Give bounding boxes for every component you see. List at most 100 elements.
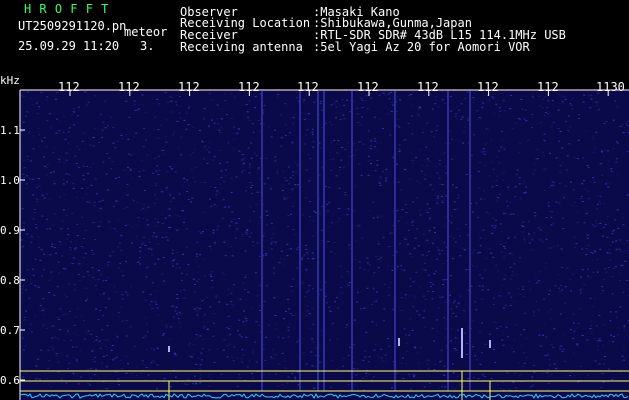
noise-speck — [31, 178, 34, 180]
noise-speck — [434, 363, 436, 365]
noise-speck — [38, 106, 41, 108]
noise-speck — [47, 367, 50, 369]
noise-speck — [388, 92, 391, 94]
noise-speck — [245, 231, 248, 233]
noise-speck — [545, 336, 548, 338]
noise-speck — [126, 223, 129, 225]
noise-speck — [605, 121, 608, 123]
noise-speck — [533, 371, 536, 373]
noise-speck — [241, 361, 244, 363]
noise-speck — [431, 189, 434, 191]
noise-speck — [58, 241, 61, 243]
noise-speck — [539, 229, 542, 231]
noise-speck — [444, 337, 447, 338]
noise-speck — [107, 189, 109, 191]
noise-speck — [90, 184, 93, 186]
noise-speck — [130, 286, 132, 288]
noise-speck — [509, 201, 511, 203]
noise-speck — [206, 148, 209, 150]
noise-speck — [365, 307, 368, 309]
noise-speck — [550, 344, 553, 346]
noise-speck — [621, 355, 624, 357]
noise-speck — [58, 272, 61, 274]
noise-speck — [270, 136, 273, 138]
noise-speck — [294, 171, 297, 173]
noise-speck — [255, 203, 258, 205]
noise-speck — [443, 365, 446, 367]
noise-speck — [197, 231, 200, 233]
noise-speck — [85, 300, 87, 302]
noise-speck — [339, 293, 342, 295]
noise-speck — [125, 291, 128, 293]
noise-speck — [284, 367, 287, 369]
noise-speck — [623, 359, 626, 361]
noise-speck — [223, 241, 226, 243]
noise-speck — [539, 345, 542, 347]
noise-speck — [141, 242, 144, 243]
noise-speck — [615, 240, 618, 242]
noise-speck — [368, 373, 371, 375]
noise-speck — [366, 108, 369, 110]
noise-speck — [308, 215, 311, 217]
noise-speck — [35, 198, 38, 200]
noise-speck — [510, 296, 512, 298]
noise-speck — [483, 190, 486, 192]
noise-speck — [427, 290, 430, 292]
noise-speck — [166, 239, 169, 241]
noise-speck — [138, 108, 141, 110]
noise-speck — [62, 210, 65, 211]
noise-speck — [208, 151, 211, 153]
noise-speck — [280, 114, 282, 116]
noise-speck — [533, 365, 536, 366]
noise-speck — [411, 115, 414, 117]
noise-speck — [389, 282, 392, 284]
noise-speck — [398, 151, 401, 152]
noise-speck — [418, 115, 421, 117]
noise-speck — [171, 134, 174, 136]
noise-speck — [173, 259, 176, 261]
noise-speck — [126, 194, 129, 196]
noise-speck — [87, 383, 90, 385]
noise-speck — [53, 183, 56, 185]
noise-speck — [212, 229, 215, 231]
noise-speck — [573, 156, 576, 158]
noise-speck — [109, 261, 111, 263]
noise-speck — [429, 382, 432, 384]
noise-speck — [290, 248, 292, 250]
noise-speck — [498, 197, 501, 199]
noise-speck — [587, 95, 590, 97]
noise-speck — [76, 224, 79, 225]
noise-speck — [174, 376, 177, 378]
noise-speck — [40, 249, 43, 251]
noise-speck — [459, 295, 462, 297]
noise-speck — [250, 232, 253, 234]
noise-speck — [179, 117, 182, 119]
noise-speck — [477, 252, 480, 254]
noise-speck — [276, 170, 279, 172]
noise-speck — [265, 285, 268, 287]
noise-speck — [472, 97, 475, 99]
noise-speck — [605, 271, 608, 273]
noise-speck — [266, 284, 269, 286]
noise-speck — [418, 369, 421, 371]
noise-speck — [292, 171, 295, 173]
noise-speck — [525, 338, 528, 339]
noise-speck — [591, 135, 594, 137]
noise-speck — [434, 165, 437, 167]
noise-speck — [392, 104, 395, 106]
noise-speck — [26, 91, 29, 93]
noise-speck — [195, 383, 198, 385]
noise-speck — [21, 292, 24, 294]
noise-speck — [566, 286, 569, 287]
noise-speck — [292, 122, 295, 124]
noise-speck — [76, 235, 79, 237]
noise-speck — [128, 153, 131, 155]
noise-speck — [264, 359, 267, 361]
noise-speck — [495, 103, 498, 105]
noise-speck — [519, 257, 521, 259]
noise-speck — [513, 236, 516, 238]
noise-speck — [239, 298, 242, 300]
noise-speck — [328, 339, 331, 341]
noise-speck — [599, 222, 602, 224]
noise-speck — [150, 348, 153, 349]
